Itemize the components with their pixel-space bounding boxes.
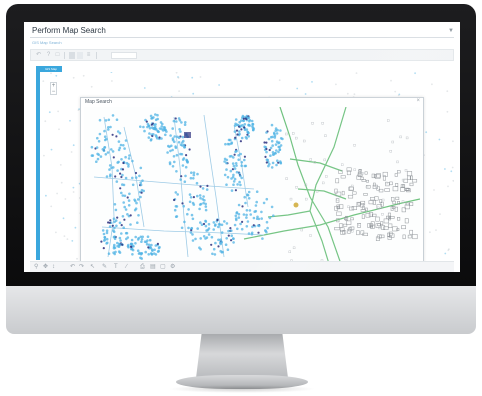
layer-icon[interactable] bbox=[69, 52, 75, 59]
edit-icon[interactable]: ∕ bbox=[126, 263, 127, 271]
map-search-panel: Map Search × bbox=[80, 97, 424, 271]
grid-icon[interactable] bbox=[77, 52, 83, 59]
breadcrumb[interactable]: GIS Map Search bbox=[32, 40, 62, 45]
layer-select[interactable] bbox=[111, 52, 137, 59]
select-icon[interactable]: □ bbox=[54, 52, 61, 59]
pan-icon[interactable]: ✥ bbox=[43, 263, 48, 271]
chevron-down-icon[interactable]: ▼ bbox=[448, 28, 454, 34]
monitor-chin bbox=[6, 286, 476, 334]
draw-icon[interactable]: ✎ bbox=[102, 263, 107, 271]
settings-icon[interactable]: ⚙ bbox=[170, 263, 175, 271]
monitor-stand-neck bbox=[196, 334, 288, 378]
close-icon[interactable]: × bbox=[416, 98, 420, 104]
layers-icon[interactable]: ▤ bbox=[150, 263, 156, 271]
redo-icon[interactable]: ↷ bbox=[79, 263, 84, 271]
measure-icon[interactable]: ↕ bbox=[52, 263, 55, 271]
panel-title: Map Search bbox=[85, 99, 112, 105]
stand-shadow bbox=[168, 385, 316, 393]
toolbar-divider bbox=[96, 52, 97, 59]
page-title: Perform Map Search bbox=[32, 26, 106, 35]
help-icon[interactable]: ? bbox=[45, 52, 52, 59]
undo-icon[interactable]: ↶ bbox=[35, 52, 42, 59]
screen: Perform Map Search ▼ GIS Map Search ↶ ? … bbox=[24, 22, 460, 272]
toolbar-divider bbox=[64, 52, 65, 59]
zoom-icon[interactable]: ⚲ bbox=[34, 263, 38, 271]
zoom-out-button[interactable]: − bbox=[51, 89, 56, 95]
highlighted-asset-marker bbox=[293, 202, 299, 208]
print-icon[interactable]: ⎙ bbox=[140, 263, 145, 271]
undo-icon[interactable]: ↶ bbox=[70, 263, 75, 271]
bottom-toolbar: ⚲ ✥ ↕ ↶ ↷ ↖ ✎ T ∕ ⎙ ▤ ▢ ⚙ bbox=[30, 261, 454, 272]
zoom-control[interactable]: + − bbox=[50, 82, 57, 95]
pointer-icon[interactable]: ↖ bbox=[90, 263, 95, 271]
text-icon[interactable]: T bbox=[114, 263, 118, 271]
title-divider bbox=[30, 37, 454, 38]
map-canvas[interactable] bbox=[84, 107, 420, 267]
list-icon[interactable]: ≡ bbox=[85, 52, 92, 59]
export-icon[interactable]: ▢ bbox=[160, 263, 166, 271]
selected-asset-marker bbox=[184, 132, 191, 138]
top-toolbar: ↶ ? □ ≡ bbox=[30, 49, 454, 61]
